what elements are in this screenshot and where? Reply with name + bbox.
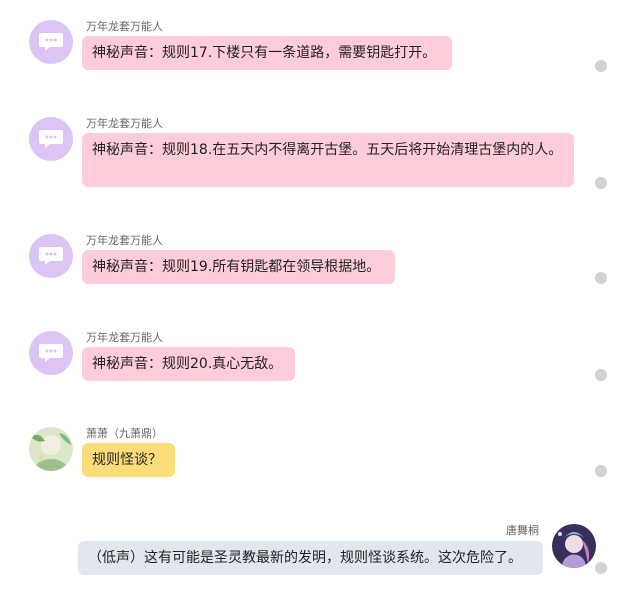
avatar-image <box>29 427 73 471</box>
status-dot <box>595 177 607 189</box>
message-bubble[interactable]: 神秘声音：规则17.下楼只有一条道路，需要钥匙打开。 <box>82 36 452 70</box>
message-bubble[interactable]: 规则怪谈？ <box>82 443 175 477</box>
status-dot <box>595 562 607 574</box>
status-dot <box>595 60 607 72</box>
message-bubble[interactable]: 神秘声音：规则18.在五天内不得离开古堡。五天后将开始清理古堡内的人。 <box>82 133 574 187</box>
chat-bubble-icon <box>39 130 63 148</box>
bot-avatar[interactable] <box>29 234 73 278</box>
chat-bubble-icon <box>39 33 63 51</box>
message-bubble[interactable]: （低声）这有可能是圣灵教最新的发明，规则怪谈系统。这次危险了。 <box>78 541 543 575</box>
status-dot <box>595 272 607 284</box>
message-row: 萧萧（九萧鼎） 规则怪谈？ <box>0 427 640 487</box>
sender-name: 万年龙套万能人 <box>86 331 163 344</box>
sender-name: 万年龙套万能人 <box>86 234 163 247</box>
user-avatar[interactable] <box>29 427 73 471</box>
message-row: 唐舞桐 （低声）这有可能是圣灵教最新的发明，规则怪谈系统。这次危险了。 <box>0 522 640 582</box>
sender-name: 万年龙套万能人 <box>86 20 163 33</box>
bot-avatar[interactable] <box>29 20 73 64</box>
sender-name: 万年龙套万能人 <box>86 117 163 130</box>
message-row: 万年龙套万能人 神秘声音：规则18.在五天内不得离开古堡。五天后将开始清理古堡内… <box>0 117 640 197</box>
user-avatar[interactable] <box>552 524 596 568</box>
chat-bubble-icon <box>39 247 63 265</box>
avatar-image <box>552 524 596 568</box>
message-bubble[interactable]: 神秘声音：规则19.所有钥匙都在领导根据地。 <box>82 250 395 284</box>
sender-name: 唐舞桐 <box>506 524 539 537</box>
message-row: 万年龙套万能人 神秘声音：规则19.所有钥匙都在领导根据地。 <box>0 234 640 294</box>
message-bubble[interactable]: 神秘声音：规则20.真心无敌。 <box>82 347 295 381</box>
status-dot <box>595 369 607 381</box>
message-row: 万年龙套万能人 神秘声音：规则17.下楼只有一条道路，需要钥匙打开。 <box>0 20 640 80</box>
message-row: 万年龙套万能人 神秘声音：规则20.真心无敌。 <box>0 331 640 391</box>
chat-bubble-icon <box>39 344 63 362</box>
status-dot <box>595 465 607 477</box>
sender-name: 萧萧（九萧鼎） <box>86 427 163 440</box>
bot-avatar[interactable] <box>29 331 73 375</box>
bot-avatar[interactable] <box>29 117 73 161</box>
